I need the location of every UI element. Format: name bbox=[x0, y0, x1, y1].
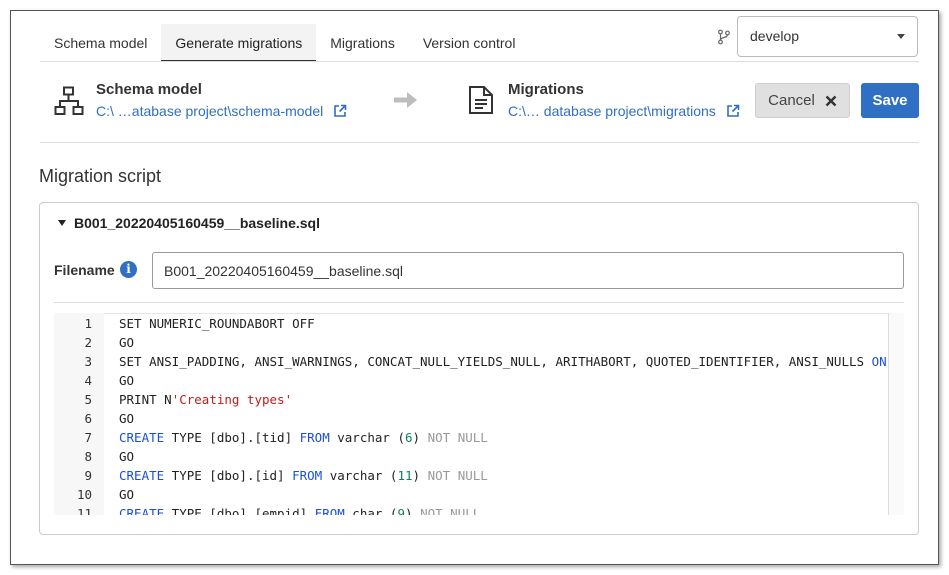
editor-scrollbar[interactable] bbox=[888, 313, 904, 515]
line-number: 3 bbox=[84, 354, 92, 369]
cancel-button[interactable]: Cancel bbox=[755, 83, 850, 118]
code-editor[interactable]: 1 SET NUMERIC_ROUNDABORT OFF 2 GO 3 SET ANSI_… bbox=[54, 313, 904, 515]
file-header-name: B001_20220405160459__baseline.sql bbox=[74, 215, 320, 231]
tab-generate-migrations[interactable]: Generate migrations bbox=[161, 24, 317, 62]
save-button[interactable]: Save bbox=[861, 83, 919, 118]
code-text: GO bbox=[119, 373, 135, 388]
header-divider bbox=[40, 142, 919, 143]
line-number: 1 bbox=[84, 316, 92, 331]
code-text: CREATE TYPE [dbo].[empid] FROM char (9) … bbox=[119, 506, 481, 515]
filename-label: Filename bbox=[54, 262, 115, 278]
code-text: GO bbox=[119, 449, 135, 464]
arrow-right-icon bbox=[394, 92, 417, 108]
close-icon bbox=[825, 95, 837, 106]
branch-select-value: develop bbox=[750, 28, 800, 44]
line-number: 5 bbox=[84, 392, 92, 407]
tab-version-control[interactable]: Version control bbox=[409, 24, 530, 62]
code-text: SET NUMERIC_ROUNDABORT OFF bbox=[119, 316, 315, 331]
code-text: GO bbox=[119, 487, 135, 502]
editor-divider bbox=[54, 302, 904, 303]
source-path-link[interactable]: C:\ …atabase project\schema-model bbox=[96, 103, 323, 119]
branch-select[interactable]: develop bbox=[737, 16, 918, 57]
line-number: 2 bbox=[84, 335, 92, 350]
line-number: 6 bbox=[84, 411, 92, 426]
external-link-icon[interactable] bbox=[333, 104, 347, 118]
filename-input[interactable] bbox=[152, 252, 904, 289]
branch-icon bbox=[718, 29, 730, 45]
source-title: Schema model bbox=[96, 81, 202, 98]
target-path-link[interactable]: C:\… database project\migrations bbox=[508, 103, 716, 119]
section-title: Migration script bbox=[39, 166, 162, 186]
tab-migrations[interactable]: Migrations bbox=[316, 24, 409, 62]
tab-bar: Schema model Generate migrations Migrati… bbox=[40, 24, 529, 62]
code-text: CREATE TYPE [dbo].[tid] FROM varchar (6)… bbox=[119, 430, 488, 445]
line-number: 9 bbox=[84, 468, 92, 483]
schema-hierarchy-icon bbox=[54, 86, 84, 115]
info-icon[interactable]: i bbox=[120, 261, 137, 278]
code-text: PRINT N'Creating types' bbox=[119, 392, 293, 407]
code-text: GO bbox=[119, 411, 135, 426]
document-icon bbox=[469, 86, 493, 114]
code-text: GO bbox=[119, 335, 135, 350]
line-number: 10 bbox=[76, 487, 92, 502]
cancel-button-label: Cancel bbox=[768, 92, 815, 109]
line-number: 8 bbox=[84, 449, 92, 464]
line-number: 7 bbox=[84, 430, 92, 445]
line-number: 11 bbox=[76, 506, 92, 515]
code-text: CREATE TYPE [dbo].[id] FROM varchar (11)… bbox=[119, 468, 488, 483]
tab-schema-model[interactable]: Schema model bbox=[40, 24, 161, 62]
target-title: Migrations bbox=[508, 81, 584, 98]
line-number: 4 bbox=[84, 373, 92, 388]
editor-top-border bbox=[104, 313, 904, 314]
caret-down-icon bbox=[58, 220, 66, 226]
tab-divider bbox=[40, 61, 919, 62]
file-expander[interactable]: B001_20220405160459__baseline.sql bbox=[58, 215, 320, 231]
external-link-icon[interactable] bbox=[726, 104, 740, 118]
chevron-down-icon bbox=[897, 34, 905, 39]
code-text: SET ANSI_PADDING, ANSI_WARNINGS, CONCAT_… bbox=[119, 354, 887, 369]
save-button-label: Save bbox=[872, 92, 908, 109]
